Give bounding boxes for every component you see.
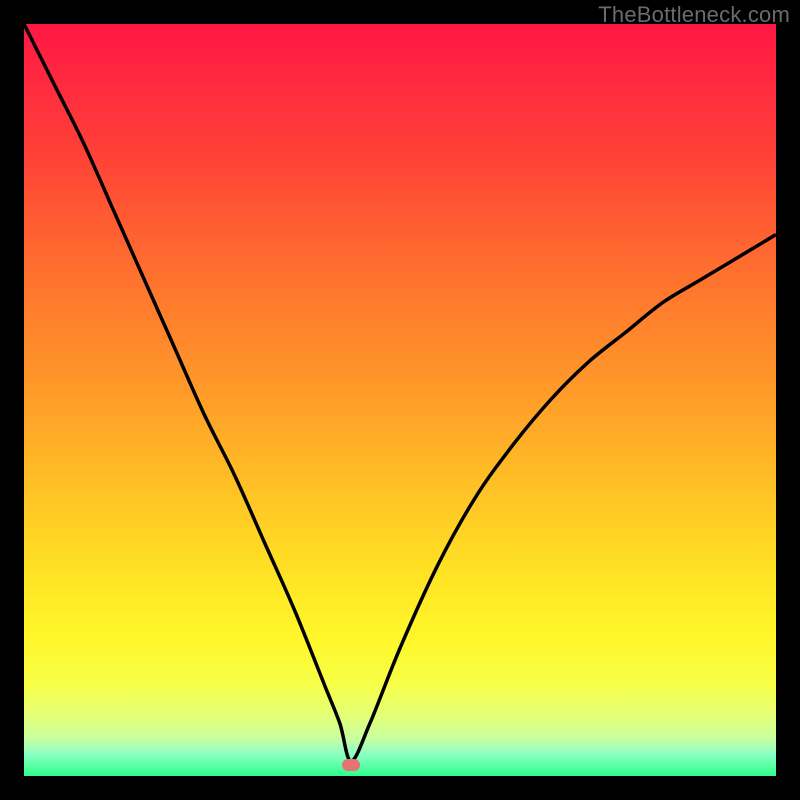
minimum-marker	[342, 759, 360, 771]
curve-path	[24, 24, 776, 761]
chart-frame: TheBottleneck.com	[0, 0, 800, 800]
bottleneck-curve	[24, 24, 776, 776]
plot-area	[24, 24, 776, 776]
